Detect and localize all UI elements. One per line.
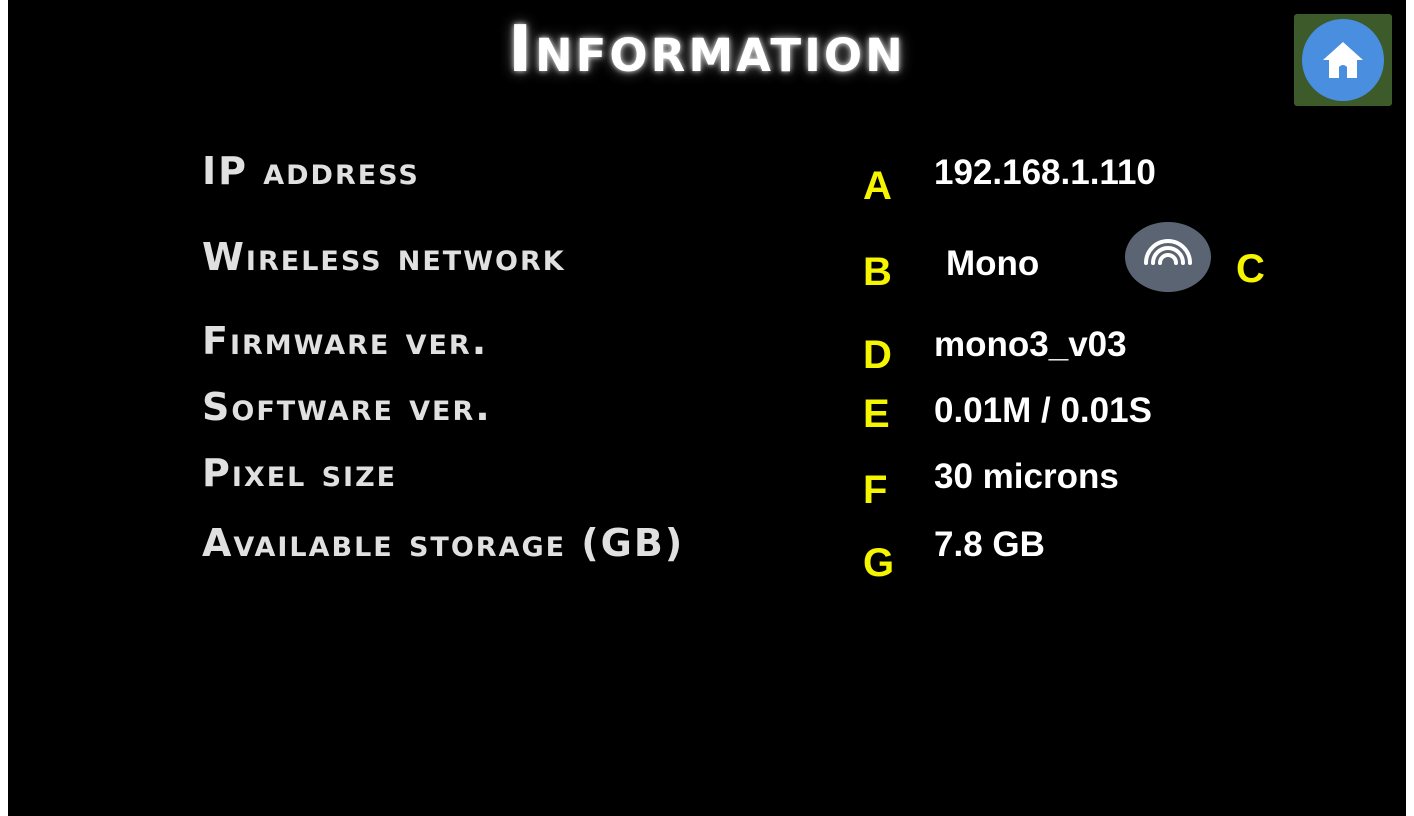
wireless-network-value: Mono (946, 244, 1040, 283)
marker-e: E (863, 392, 890, 436)
marker-c: C (1236, 247, 1265, 291)
pixel-size-value: 30 microns (934, 457, 1119, 496)
information-screen: Information IP address A 192.168.1.110 W… (8, 0, 1406, 816)
software-version-label: Software ver. (202, 385, 492, 429)
marker-d: D (863, 333, 892, 377)
marker-a: A (863, 164, 892, 208)
pixel-size-label: Pixel size (202, 451, 398, 495)
page-title: Information (508, 13, 906, 87)
firmware-version-value: mono3_v03 (934, 325, 1127, 364)
wireless-network-label: Wireless network (202, 235, 566, 279)
home-icon (1302, 19, 1384, 101)
marker-g: G (863, 541, 895, 585)
marker-b: B (863, 250, 892, 294)
wireless-signal-icon (1140, 233, 1196, 282)
firmware-version-label: Firmware ver. (202, 319, 489, 363)
software-version-value: 0.01M / 0.01S (934, 391, 1152, 430)
available-storage-value: 7.8 GB (934, 525, 1045, 564)
ip-address-value: 192.168.1.110 (934, 153, 1156, 192)
marker-f: F (863, 468, 888, 512)
ip-address-label: IP address (202, 149, 420, 193)
available-storage-label: Available storage (GB) (202, 521, 685, 565)
home-button[interactable] (1294, 14, 1392, 106)
wireless-settings-button[interactable] (1125, 222, 1211, 292)
